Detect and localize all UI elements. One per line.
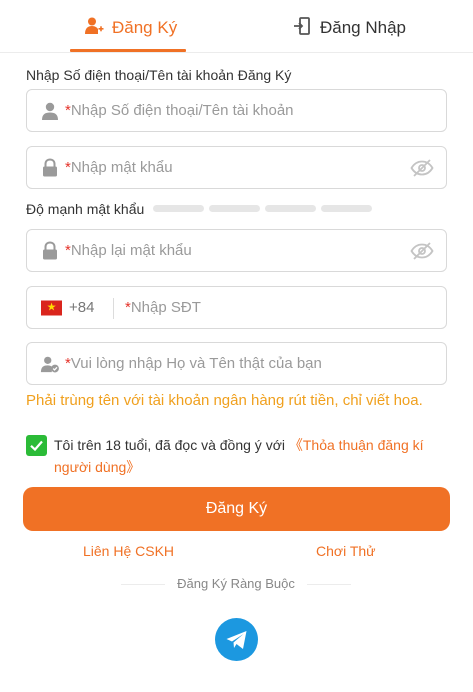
account-field[interactable]: *Nhập Số điện thoại/Tên tài khoản <box>26 89 447 132</box>
account-placeholder: *Nhập Số điện thoại/Tên tài khoản <box>65 102 294 119</box>
divider-line <box>307 584 351 585</box>
agreement-checkbox[interactable] <box>26 435 47 456</box>
password-placeholder: *Nhập mật khẩu <box>65 159 173 176</box>
tab-register-label: Đăng Ký <box>112 18 178 37</box>
user-verified-icon <box>40 354 60 374</box>
lock-icon <box>40 240 60 261</box>
eye-off-icon[interactable] <box>410 241 434 261</box>
login-door-icon <box>292 16 312 41</box>
eye-off-icon[interactable] <box>410 158 434 178</box>
tabs-divider <box>0 52 473 53</box>
add-user-icon <box>84 16 104 41</box>
phone-placeholder: *Nhập SĐT <box>125 299 201 316</box>
register-button[interactable]: Đăng Ký <box>23 487 450 531</box>
password-field[interactable]: *Nhập mật khẩu <box>26 146 447 189</box>
confirm-password-placeholder: *Nhập lại mật khẩu <box>65 242 192 259</box>
check-icon <box>30 440 43 452</box>
user-icon <box>40 101 60 121</box>
strength-segment <box>209 205 260 212</box>
tab-login[interactable]: Đăng Nhập <box>292 14 406 42</box>
country-code[interactable]: +84 <box>69 299 94 316</box>
agreement-text: Tôi trên 18 tuổi, đã đọc và đồng ý với 《… <box>54 434 446 478</box>
bind-register-divider: Đăng Ký Ràng Buộc <box>121 576 351 594</box>
try-play-link[interactable]: Chơi Thử <box>316 543 376 559</box>
password-strength-label: Độ mạnh mật khẩu <box>26 201 145 217</box>
name-warning: Phải trùng tên với tài khoản ngân hàng r… <box>26 392 423 409</box>
strength-segment <box>265 205 316 212</box>
country-code-divider <box>113 298 114 319</box>
customer-support-link[interactable]: Liên Hệ CSKH <box>83 543 174 559</box>
strength-segment <box>321 205 372 212</box>
phone-field[interactable]: ★ +84 *Nhập SĐT <box>26 286 447 329</box>
real-name-placeholder: *Vui lòng nhập Họ và Tên thật của bạn <box>65 355 322 372</box>
strength-segment <box>153 205 204 212</box>
tab-login-label: Đăng Nhập <box>320 18 407 37</box>
section-label: Nhập Số điện thoại/Tên tài khoản Đăng Ký <box>26 67 292 83</box>
tab-register[interactable]: Đăng Ký <box>84 14 177 42</box>
confirm-password-field[interactable]: *Nhập lại mật khẩu <box>26 229 447 272</box>
vietnam-flag-icon[interactable]: ★ <box>41 300 62 315</box>
telegram-icon[interactable] <box>215 618 258 661</box>
agreement-statement: Tôi trên 18 tuổi, đã đọc và đồng ý với <box>54 437 289 453</box>
real-name-field[interactable]: *Vui lòng nhập Họ và Tên thật của bạn <box>26 342 447 385</box>
auth-tabs: Đăng Ký Đăng Nhập <box>0 0 473 54</box>
lock-icon <box>40 157 60 178</box>
